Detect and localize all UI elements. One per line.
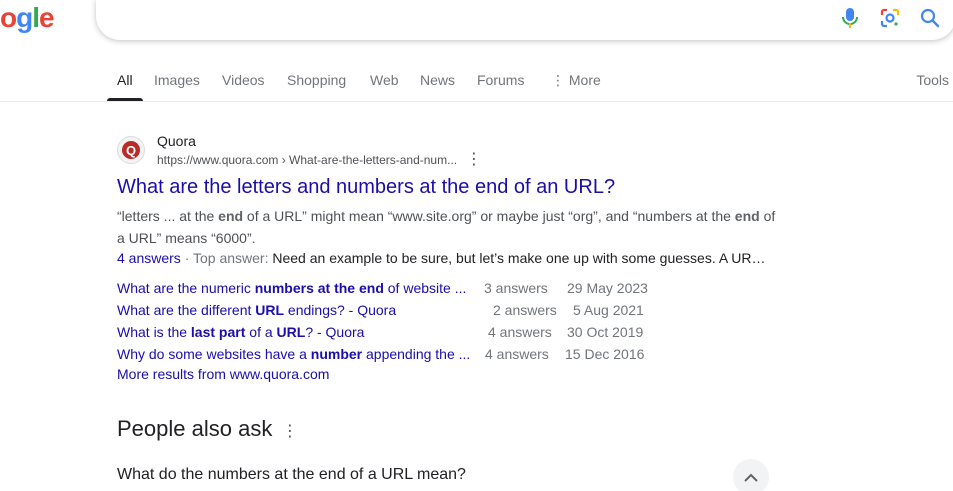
active-tab-indicator — [107, 98, 143, 101]
people-also-ask-heading: People also ask — [117, 416, 273, 441]
result-site-name[interactable]: Quora — [157, 133, 196, 149]
related-text: What are the different — [117, 302, 256, 318]
related-answer-count: 4 answers — [488, 324, 552, 340]
top-answer-text: Need an example to be sure, but let’s ma… — [272, 250, 766, 266]
tab-videos[interactable]: Videos — [222, 72, 265, 88]
related-question-link[interactable]: What is the last part of a URL? - Quora — [117, 321, 364, 343]
result-options-icon[interactable]: ⋮ — [466, 152, 482, 168]
chevron-up-icon[interactable] — [733, 459, 769, 491]
snippet-text: “letters ... at the — [117, 208, 219, 224]
related-text: Why do some websites have a — [117, 346, 311, 362]
related-text: What are the numeric — [117, 280, 255, 296]
snippet-highlight: end — [218, 208, 244, 224]
related-text: appending the ... — [362, 346, 471, 362]
tab-more[interactable]: ⋮ More — [551, 72, 601, 89]
search-tabs: All Images Videos Shopping Web News Foru… — [0, 60, 953, 102]
related-text: endings? - Quora — [284, 302, 397, 318]
related-date: 30 Oct 2019 — [567, 324, 644, 340]
microphone-icon[interactable] — [838, 6, 862, 30]
quora-favicon[interactable]: Q — [117, 136, 145, 164]
top-answer-label: · Top answer: — [180, 250, 273, 266]
related-highlight: URL — [255, 302, 285, 318]
google-logo[interactable]: ogle — [0, 2, 55, 34]
related-date: 5 Aug 2021 — [573, 302, 644, 318]
result-snippet: “letters ... at the end of a URL” might … — [117, 205, 777, 249]
search-actions — [838, 6, 942, 30]
tab-news[interactable]: News — [420, 72, 455, 88]
answer-summary: 4 answers · Top answer: Need an example … — [117, 250, 767, 266]
related-highlight: numbers at the end — [254, 280, 384, 296]
tools-button[interactable]: Tools — [916, 72, 949, 88]
related-highlight: last part — [190, 324, 246, 340]
result-title-link[interactable]: What are the letters and numbers at the … — [117, 176, 615, 199]
result-url[interactable]: https://www.quora.com › What-are-the-let… — [157, 153, 457, 167]
google-lens-icon[interactable] — [878, 6, 902, 30]
related-date: 29 May 2023 — [567, 280, 648, 296]
tab-images[interactable]: Images — [154, 72, 200, 88]
answers-count-link[interactable]: 4 answers — [117, 250, 181, 266]
quora-logo-icon: Q — [122, 141, 140, 159]
related-text: What is the — [117, 324, 191, 340]
related-highlight: number — [310, 346, 363, 362]
paa-options-icon[interactable]: ⋮ — [282, 421, 298, 441]
tab-shopping[interactable]: Shopping — [287, 72, 346, 88]
related-question-link[interactable]: What are the numeric numbers at the end … — [117, 277, 466, 299]
related-question-link[interactable]: Why do some websites have a number appen… — [117, 343, 470, 365]
related-answer-count: 3 answers — [484, 280, 548, 296]
search-icon[interactable] — [918, 6, 942, 30]
related-text: ? - Quora — [305, 324, 365, 340]
snippet-highlight: end — [734, 208, 760, 224]
related-highlight: URL — [276, 324, 306, 340]
tab-all[interactable]: All — [117, 72, 133, 88]
more-results-link[interactable]: More results from www.quora.com — [117, 366, 329, 382]
related-question-link[interactable]: What are the different URL endings? - Qu… — [117, 299, 396, 321]
related-text: of a — [245, 324, 277, 340]
tab-forums[interactable]: Forums — [477, 72, 524, 88]
related-answer-count: 2 answers — [493, 302, 557, 318]
related-text: of website ... — [383, 280, 467, 296]
search-box[interactable] — [96, 0, 953, 40]
snippet-text: of a URL” might mean “www.site.org” or m… — [243, 208, 735, 224]
related-answer-count: 4 answers — [485, 346, 549, 362]
related-date: 15 Dec 2016 — [565, 346, 645, 362]
tab-web[interactable]: Web — [370, 72, 399, 88]
vertical-dots-icon: ⋮ — [551, 72, 565, 88]
paa-question[interactable]: What do the numbers at the end of a URL … — [117, 466, 466, 484]
tab-more-label: More — [568, 72, 601, 88]
